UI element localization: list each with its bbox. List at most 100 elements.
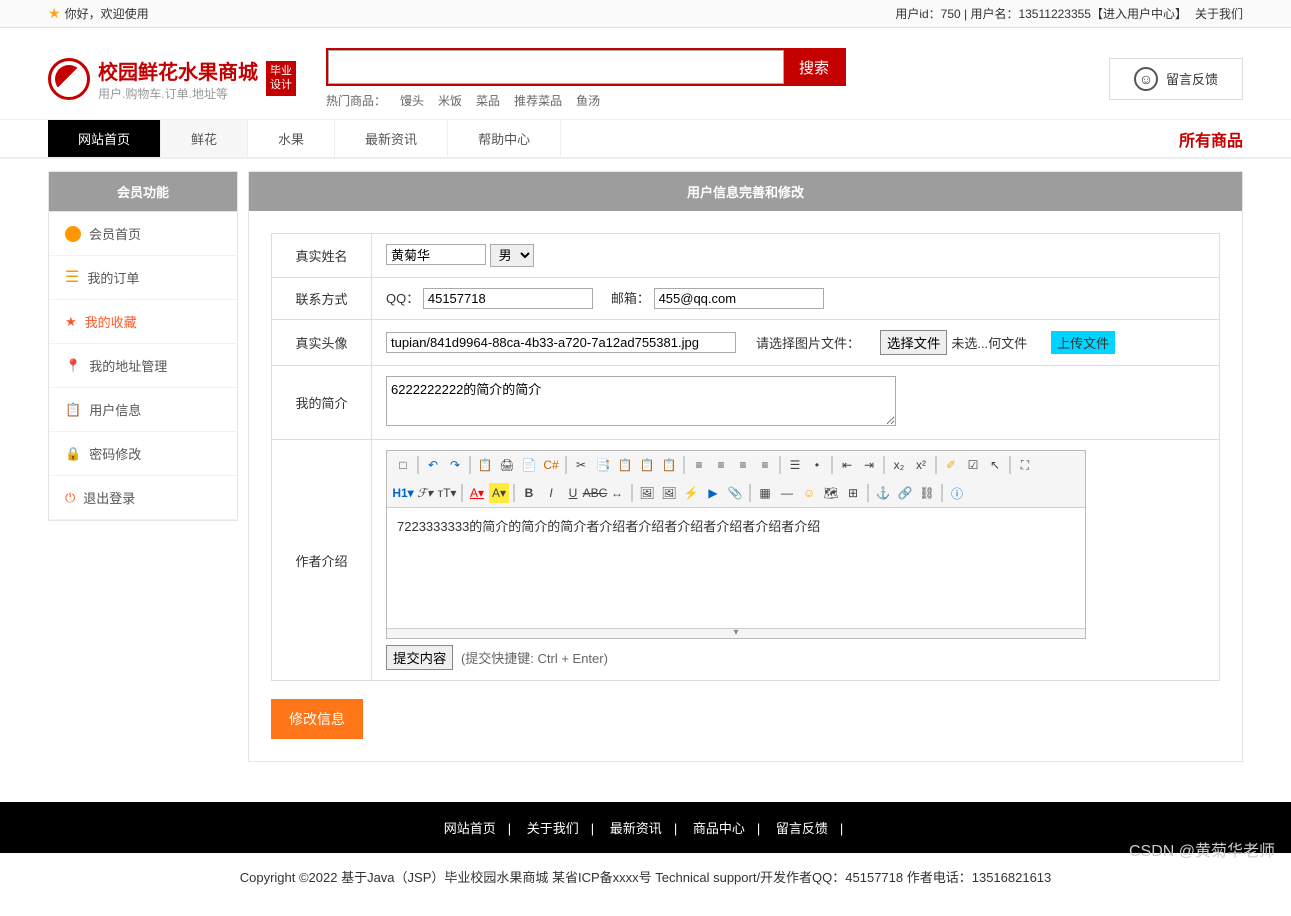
feedback-button[interactable]: ☺ 留言反馈: [1109, 58, 1243, 100]
source-icon[interactable]: □: [393, 455, 413, 475]
nav-news[interactable]: 最新资讯: [335, 120, 448, 157]
ordered-list-icon[interactable]: ☰: [785, 455, 805, 475]
link-icon[interactable]: 🔗: [895, 483, 915, 503]
align-center-icon[interactable]: ≡: [711, 455, 731, 475]
about-link[interactable]: 关于我们: [1195, 5, 1243, 22]
sidebar-item-logout[interactable]: ⏻退出登录: [49, 476, 237, 520]
home-icon: [65, 226, 81, 242]
fontsize-icon[interactable]: тT▾: [437, 483, 457, 503]
table-icon[interactable]: ▦: [755, 483, 775, 503]
sidebar-item-password[interactable]: 🔒密码修改: [49, 432, 237, 476]
underline-icon[interactable]: U: [563, 483, 583, 503]
strike-icon[interactable]: ABC: [585, 483, 605, 503]
copy-icon[interactable]: 📑: [593, 455, 613, 475]
all-goods-link[interactable]: 所有商品: [1179, 120, 1243, 157]
search-button[interactable]: 搜索: [784, 50, 844, 84]
realname-input[interactable]: [386, 244, 486, 265]
nav-fruit[interactable]: 水果: [248, 120, 335, 157]
hot-word[interactable]: 推荐菜品: [514, 92, 562, 109]
clear-format-icon[interactable]: ✐: [941, 455, 961, 475]
nav-home[interactable]: 网站首页: [48, 120, 161, 157]
cut-icon[interactable]: ✂: [571, 455, 591, 475]
nav-help[interactable]: 帮助中心: [448, 120, 561, 157]
gender-select[interactable]: 男: [490, 244, 534, 267]
align-right-icon[interactable]: ≡: [733, 455, 753, 475]
paste2-icon[interactable]: 📋: [615, 455, 635, 475]
map-icon[interactable]: 🗺: [821, 483, 841, 503]
choose-file-button[interactable]: 选择文件: [880, 330, 947, 355]
indent-icon[interactable]: ⇥: [859, 455, 879, 475]
sidebar-item-favorites[interactable]: ★我的收藏: [49, 300, 237, 344]
superscript-icon[interactable]: x²: [911, 455, 931, 475]
hot-word[interactable]: 米饭: [438, 92, 462, 109]
footer-link[interactable]: 最新资讯: [606, 821, 666, 836]
hot-word[interactable]: 馒头: [400, 92, 424, 109]
footer-link[interactable]: 网站首页: [440, 821, 500, 836]
hot-word[interactable]: 菜品: [476, 92, 500, 109]
removeformat-icon[interactable]: ↔: [607, 483, 627, 503]
footer-link[interactable]: 关于我们: [523, 821, 583, 836]
unlink-icon[interactable]: ⛓: [917, 483, 937, 503]
select-all-icon[interactable]: ☑: [963, 455, 983, 475]
star-icon: ★: [48, 5, 61, 22]
undo-icon[interactable]: ↶: [423, 455, 443, 475]
email-label: 邮箱：: [611, 291, 650, 306]
outdent-icon[interactable]: ⇤: [837, 455, 857, 475]
fullscreen-icon[interactable]: ⛶: [1015, 455, 1035, 475]
logo[interactable]: 校园鲜花水果商城 用户.购物车.订单.地址等 毕业设计: [48, 56, 296, 102]
no-file-text: 未选...何文件: [947, 333, 1031, 352]
footer-link[interactable]: 商品中心: [689, 821, 749, 836]
print-icon[interactable]: 🖨: [497, 455, 517, 475]
emoji-icon[interactable]: ☺: [799, 483, 819, 503]
code-icon[interactable]: C#: [541, 455, 561, 475]
modify-info-button[interactable]: 修改信息: [271, 699, 363, 739]
heading-icon[interactable]: H1▾: [393, 483, 413, 503]
backcolor-icon[interactable]: A▾: [489, 483, 509, 503]
align-justify-icon[interactable]: ≡: [755, 455, 775, 475]
power-icon: ⏻: [65, 490, 75, 506]
paste-text-icon[interactable]: 📋: [637, 455, 657, 475]
footer-link[interactable]: 留言反馈: [772, 821, 832, 836]
file-icon[interactable]: 📎: [725, 483, 745, 503]
forecolor-icon[interactable]: A▾: [467, 483, 487, 503]
nav-flower[interactable]: 鲜花: [161, 120, 248, 157]
align-left-icon[interactable]: ≡: [689, 455, 709, 475]
pagebreak-icon[interactable]: ⊞: [843, 483, 863, 503]
paste-icon[interactable]: 📋: [475, 455, 495, 475]
hr-icon[interactable]: —: [777, 483, 797, 503]
about-icon[interactable]: ⓘ: [947, 483, 967, 503]
logo-title: 校园鲜花水果商城: [98, 56, 258, 85]
editor-resize-handle[interactable]: ▾: [387, 628, 1085, 638]
user-center-link[interactable]: 用户id：750 | 用户名：13511223355【进入用户中心】: [895, 5, 1187, 22]
qq-input[interactable]: [423, 288, 593, 309]
unordered-list-icon[interactable]: •: [807, 455, 827, 475]
sidebar: 会员功能 会员首页 ☰我的订单 ★我的收藏 📍我的地址管理 📋用户信息 🔒密码修…: [48, 171, 238, 521]
redo-icon[interactable]: ↷: [445, 455, 465, 475]
editor-body[interactable]: 7223333333的简介的简介的简介者介绍者介绍者介绍者介绍者介绍者介绍: [387, 508, 1085, 628]
sidebar-item-home[interactable]: 会员首页: [49, 212, 237, 256]
avatar-path-input[interactable]: [386, 332, 736, 353]
multi-image-icon[interactable]: 🖼: [659, 483, 679, 503]
sidebar-item-userinfo[interactable]: 📋用户信息: [49, 388, 237, 432]
submit-content-button[interactable]: 提交内容: [386, 645, 453, 670]
hot-word[interactable]: 鱼汤: [576, 92, 600, 109]
media-icon[interactable]: ▶: [703, 483, 723, 503]
flash-icon[interactable]: ⚡: [681, 483, 701, 503]
paste-word-icon[interactable]: 📋: [659, 455, 679, 475]
email-input[interactable]: [654, 288, 824, 309]
sidebar-item-address[interactable]: 📍我的地址管理: [49, 344, 237, 388]
fontfamily-icon[interactable]: ℱ▾: [415, 483, 435, 503]
intro-textarea[interactable]: 6222222222的简介的简介: [386, 376, 896, 426]
search-input[interactable]: [328, 50, 784, 84]
italic-icon[interactable]: I: [541, 483, 561, 503]
upload-file-button[interactable]: 上传文件: [1051, 331, 1115, 354]
bold-icon[interactable]: B: [519, 483, 539, 503]
image-icon[interactable]: 🖼: [637, 483, 657, 503]
pointer-icon[interactable]: ↖: [985, 455, 1005, 475]
anchor-icon[interactable]: ⚓: [873, 483, 893, 503]
subscript-icon[interactable]: x₂: [889, 455, 909, 475]
sidebar-item-orders[interactable]: ☰我的订单: [49, 256, 237, 300]
template-icon[interactable]: 📄: [519, 455, 539, 475]
logo-subtitle: 用户.购物车.订单.地址等: [98, 85, 258, 102]
editor-toolbar: □ ↶ ↷ 📋 🖨 📄 C# ✂ 📑 📋 📋: [387, 451, 1085, 508]
